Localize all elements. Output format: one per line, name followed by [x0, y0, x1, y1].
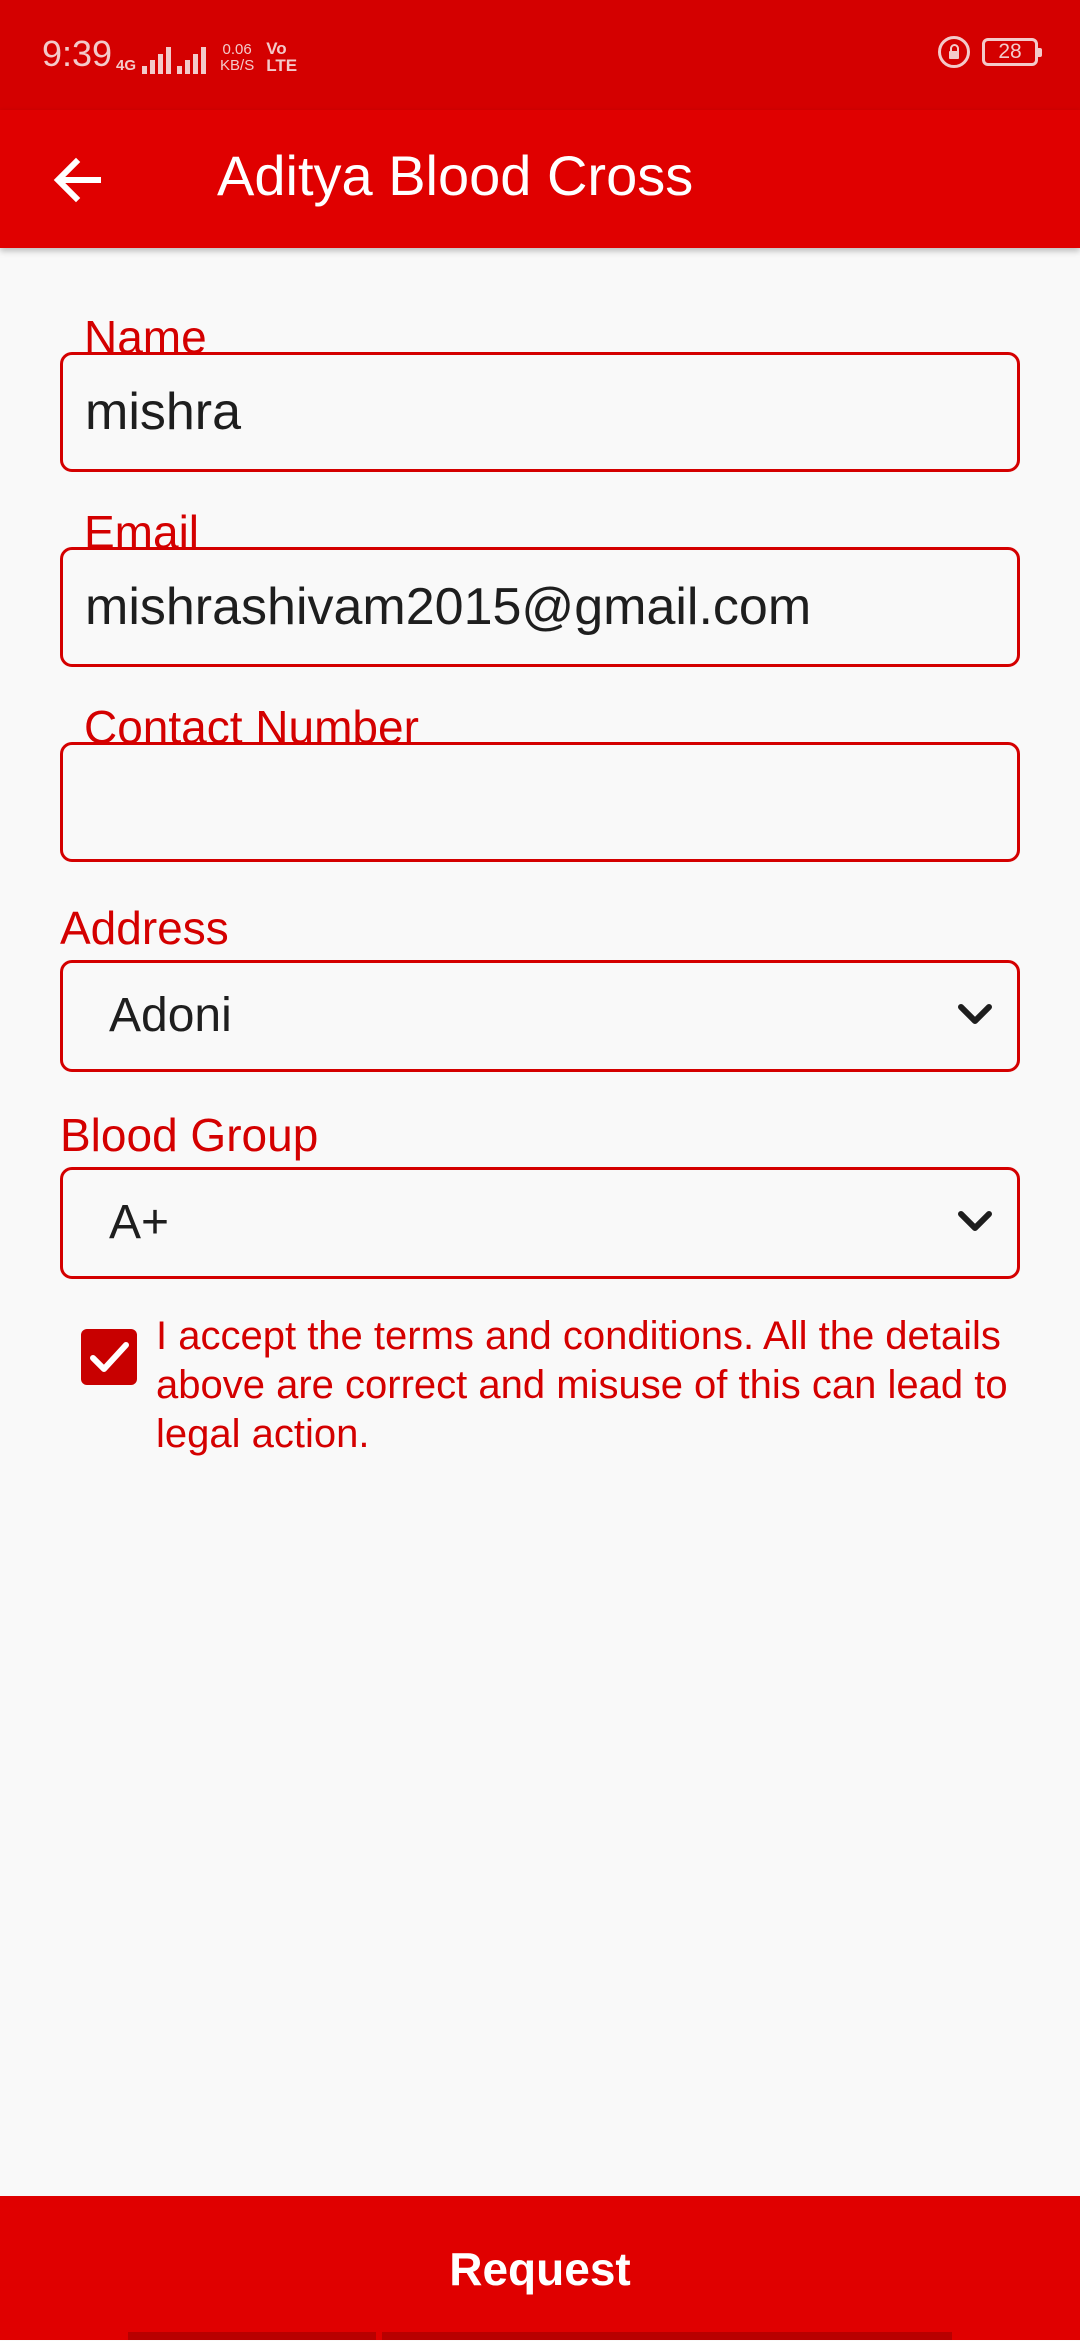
network-type: 4G — [116, 57, 137, 74]
arrow-left-icon — [53, 157, 101, 203]
blood-group-label: Blood Group — [60, 1109, 319, 1161]
network-indicators: 4G 0.06 KB/S Vo LTE — [116, 34, 297, 74]
contact-number-label: Contact Number — [84, 701, 419, 753]
email-label: Email — [84, 506, 200, 558]
battery-icon: 28 — [982, 38, 1042, 66]
page-title: Aditya Blood Cross — [217, 144, 694, 207]
name-value: mishra — [85, 383, 242, 441]
gesture-bar — [382, 2332, 952, 2340]
check-icon — [90, 1342, 129, 1372]
address-select[interactable]: Adoni — [60, 960, 1020, 1072]
status-time: 9:39 — [42, 33, 113, 74]
data-speed-value: 0.06 — [222, 41, 252, 58]
request-button[interactable]: Request — [0, 2196, 1080, 2340]
lock-rotation-icon — [938, 36, 970, 68]
volte-bottom: LTE — [266, 56, 298, 75]
terms-text: I accept the terms and conditions. All t… — [156, 1314, 1008, 1456]
back-button[interactable] — [42, 140, 122, 220]
terms-checkbox[interactable] — [81, 1329, 137, 1385]
app-bar: Aditya Blood Cross — [0, 110, 1080, 248]
name-label: Name — [84, 311, 207, 363]
name-field[interactable]: mishra — [60, 352, 1020, 472]
status-right: 28 — [938, 36, 1042, 68]
email-value: mishrashivam2015@gmail.com — [85, 578, 812, 636]
signal-icon-secondary — [177, 44, 207, 74]
chevron-down-icon — [958, 1211, 992, 1231]
blood-group-selected-value: A+ — [109, 1196, 170, 1249]
address-selected-value: Adoni — [109, 989, 232, 1042]
volte-indicator: Vo LTE — [266, 40, 297, 74]
status-bar: 9:39 4G 0.06 KB/S Vo LTE 28 — [0, 0, 1080, 110]
contact-number-field[interactable] — [60, 742, 1020, 862]
address-label: Address — [60, 902, 229, 954]
data-speed-unit: KB/S — [220, 57, 255, 74]
gesture-bar — [128, 2332, 376, 2340]
signal-icon — [142, 44, 172, 74]
volte-top: Vo — [266, 39, 287, 58]
blood-group-select[interactable]: A+ — [60, 1167, 1020, 1279]
data-speed: 0.06 KB/S — [220, 42, 254, 74]
chevron-down-icon — [958, 1004, 992, 1024]
email-field[interactable]: mishrashivam2015@gmail.com — [60, 547, 1020, 667]
